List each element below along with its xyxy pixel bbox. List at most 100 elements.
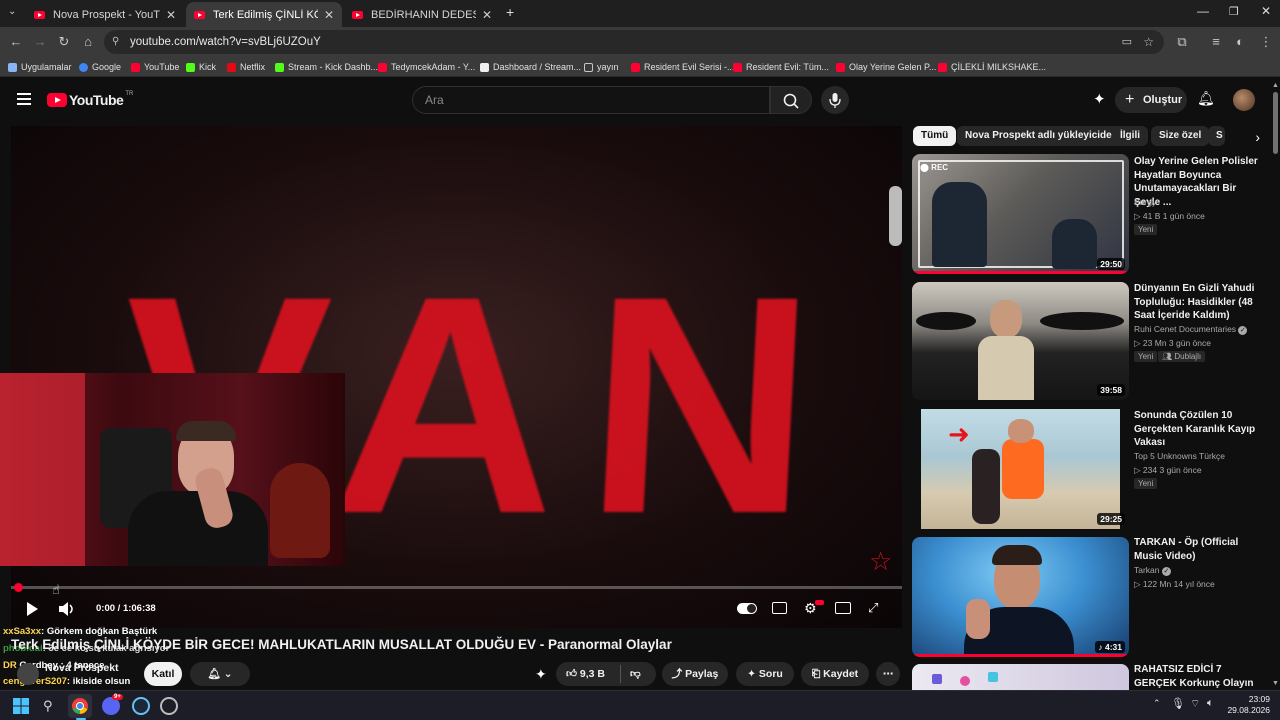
- rec-thumbnail[interactable]: 39:58: [912, 282, 1129, 400]
- close-window-icon[interactable]: ✕: [1261, 4, 1271, 18]
- rec-thumbnail[interactable]: ⬤ REC 29:50: [912, 154, 1129, 274]
- extensions-icon[interactable]: ⧉: [1172, 32, 1192, 52]
- rec-thumbnail[interactable]: ➜ 29:25: [912, 409, 1129, 529]
- bookmark-netflix[interactable]: Netflix: [227, 60, 265, 74]
- windows-start-icon[interactable]: [12, 697, 30, 715]
- rec-channel[interactable]: Top 5 Unknowns Türkçe: [1134, 451, 1225, 461]
- volume-icon[interactable]: [58, 601, 76, 617]
- rec-thumbnail[interactable]: ♪ 4:31: [912, 537, 1129, 657]
- chip-next[interactable]: S: [1208, 126, 1225, 146]
- tab-search-icon[interactable]: ⌄: [8, 6, 16, 17]
- progress-bar[interactable]: [11, 586, 902, 589]
- bookmark-kick[interactable]: Kick: [186, 60, 216, 74]
- rec-channel[interactable]: Ruhi Cenet Documentaries ✓: [1134, 324, 1248, 335]
- restore-icon[interactable]: ❐: [1229, 5, 1239, 18]
- media-icon[interactable]: ≡: [1206, 32, 1226, 52]
- hamburger-menu-icon[interactable]: [17, 93, 31, 105]
- sparkle-icon[interactable]: ✦: [535, 666, 547, 683]
- bookmark-youtube[interactable]: YouTube: [131, 60, 179, 74]
- save-button[interactable]: ⎗ Kaydet: [801, 662, 869, 686]
- bookmark-dashboard-stream[interactable]: Dashboard / Stream...: [480, 60, 581, 74]
- bookmark-star-icon[interactable]: ☆: [1143, 30, 1154, 54]
- voice-search-button[interactable]: [821, 86, 849, 114]
- join-button[interactable]: Katıl: [144, 662, 182, 686]
- minimize-icon[interactable]: —: [1197, 4, 1209, 18]
- avatar[interactable]: [1233, 89, 1255, 111]
- new-tab-icon[interactable]: +: [506, 4, 514, 20]
- address-bar[interactable]: ⚲ youtube.com/watch?v=svBLj6UZOuY ▭ ☆: [104, 30, 1164, 54]
- search-icon[interactable]: ⚲: [43, 698, 53, 714]
- tab-nova-prospekt[interactable]: Nova Prospekt - YouTube ✕: [26, 2, 184, 27]
- close-tab-icon[interactable]: ✕: [166, 8, 176, 22]
- tab-current-video[interactable]: Terk Edilmiş ÇİNLİ KÖYDE BİR G ✕: [186, 2, 342, 27]
- bookmark-google[interactable]: Google: [79, 60, 121, 74]
- tab-bedirhan[interactable]: BEDİRHANIN DEDESİNİN EVİNE ✕: [344, 2, 500, 27]
- bookmark-kick-dashboard[interactable]: Stream - Kick Dashb...: [275, 60, 378, 74]
- chips-next-arrow-icon[interactable]: ›: [1230, 127, 1260, 147]
- menu-icon[interactable]: ⋮: [1256, 32, 1276, 52]
- more-actions-button[interactable]: ⋯: [876, 662, 900, 686]
- mouse-cursor-icon: ☝: [52, 582, 60, 597]
- like-icon[interactable]: 👍︎: [566, 668, 577, 680]
- bookmark-resident-evil-serisi[interactable]: Resident Evil Serisi -...: [631, 60, 735, 74]
- rec-title[interactable]: Sonunda Çözülen 10 Gerçekten Karanlık Ka…: [1134, 409, 1262, 450]
- pentagram-icon: ☆: [869, 546, 893, 576]
- network-icon[interactable]: ⌔: [1190, 697, 1200, 711]
- back-icon[interactable]: ←: [6, 32, 26, 52]
- autoplay-toggle[interactable]: [737, 603, 757, 614]
- clock[interactable]: 23:09 29.08.2026: [1226, 694, 1270, 716]
- speaker-icon[interactable]: 🔈︎: [1207, 697, 1214, 710]
- bookmark-tedymcek[interactable]: TedymcekAdam - Y...: [378, 60, 475, 74]
- close-tab-icon[interactable]: ✕: [324, 8, 334, 22]
- chip-for-you[interactable]: Size özel: [1151, 126, 1210, 146]
- notifications-bell-icon[interactable]: 🔔︎: [1197, 90, 1215, 107]
- rec-title[interactable]: Dünyanın En Gizli Yahudi Topluluğu: Hasi…: [1134, 282, 1262, 323]
- subscribed-bell-button[interactable]: 🔔︎ ⌄: [190, 662, 250, 686]
- sparkle-icon[interactable]: ✦: [1093, 90, 1106, 108]
- page-scrollbar[interactable]: [1270, 78, 1280, 690]
- bookmark-folder-yayin[interactable]: yayın: [584, 60, 619, 74]
- theater-mode-icon[interactable]: [835, 602, 851, 614]
- cast-icon[interactable]: ▭: [1122, 30, 1132, 54]
- fullscreen-icon[interactable]: ⤢: [868, 600, 878, 616]
- scroll-up-icon[interactable]: ▲: [1272, 82, 1279, 89]
- chip-from-uploader[interactable]: Nova Prospekt adlı yükleyiciden: [957, 126, 1126, 146]
- subtitles-icon[interactable]: [772, 602, 787, 614]
- ask-button[interactable]: ✦ Soru: [736, 662, 794, 686]
- chip-related[interactable]: İlgili: [1112, 126, 1148, 146]
- home-icon[interactable]: ⌂: [78, 32, 98, 52]
- search-button[interactable]: [770, 86, 812, 114]
- rec-thumbnail[interactable]: [912, 664, 1129, 690]
- scrollbar-thumb[interactable]: [1273, 92, 1278, 154]
- bookmark-resident-evil-tum[interactable]: Resident Evil: Tüm...: [733, 60, 829, 74]
- steam-icon[interactable]: [132, 697, 150, 715]
- scroll-down-icon[interactable]: ▼: [1272, 680, 1279, 687]
- red-arrow-icon: ➜: [948, 419, 970, 449]
- bookmark-apps[interactable]: Uygulamalar: [8, 60, 72, 74]
- mic-tray-icon[interactable]: 🎙︎: [1171, 697, 1185, 710]
- chip-all[interactable]: Tümü: [913, 126, 957, 146]
- site-info-icon[interactable]: ⚲: [112, 30, 119, 54]
- youtube-logo[interactable]: YouTube TR: [47, 91, 133, 108]
- reload-icon[interactable]: ↻: [54, 32, 74, 52]
- dislike-icon[interactable]: 👎︎: [630, 662, 641, 686]
- profile-icon[interactable]: ◐: [1230, 32, 1250, 52]
- progress-scrubber[interactable]: [14, 583, 23, 592]
- forward-icon[interactable]: →: [30, 32, 50, 52]
- tray-chevron-icon[interactable]: ⌃: [1153, 698, 1161, 709]
- obs-icon[interactable]: [160, 697, 178, 715]
- rec-channel[interactable]: Purgy: [1134, 197, 1156, 207]
- close-tab-icon[interactable]: ✕: [482, 8, 492, 22]
- create-button[interactable]: + Oluştur: [1115, 87, 1187, 113]
- like-count[interactable]: 9,3 B: [580, 668, 605, 680]
- rec-channel[interactable]: Tarkan ✓: [1134, 565, 1171, 576]
- bookmark-cilekli[interactable]: ÇİLEKLİ MILKSHAKE...: [938, 60, 1046, 74]
- channel-name[interactable]: Nova Prospekt: [45, 662, 119, 674]
- channel-avatar[interactable]: [17, 663, 39, 685]
- rec-title[interactable]: TARKAN - Öp (Official Music Video): [1134, 536, 1262, 563]
- share-button[interactable]: ⤴ Paylaş: [662, 662, 728, 686]
- search-input[interactable]: Ara: [412, 86, 770, 114]
- bookmark-olay-yerine[interactable]: Olay Yerine Gelen P...: [836, 60, 936, 74]
- streamer-webcam: [0, 373, 345, 566]
- play-icon[interactable]: [24, 601, 40, 617]
